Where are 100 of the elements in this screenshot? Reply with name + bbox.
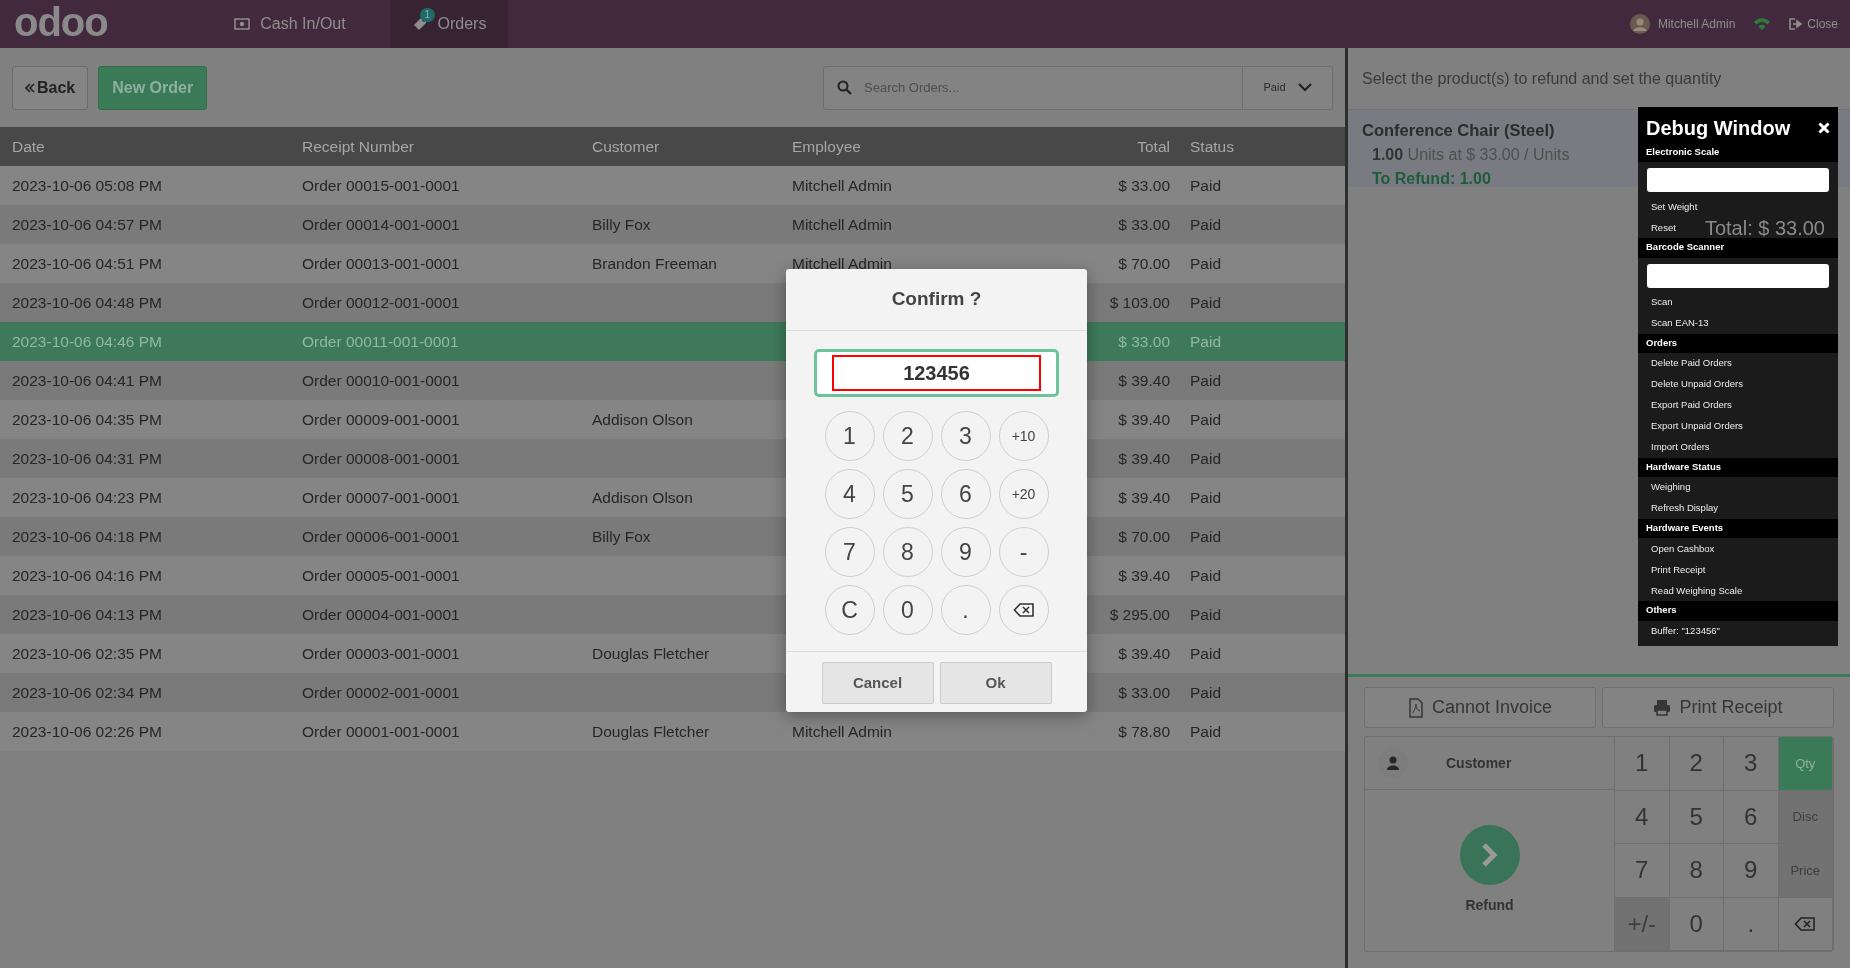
table-cell: $ 39.40: [1118, 566, 1170, 584]
keypad-key[interactable]: 9: [940, 527, 991, 577]
debug-action[interactable]: Export Unpaid Orders: [1651, 419, 1743, 434]
section-header: Hardware Events: [1638, 519, 1838, 539]
to-refund-text: To Refund: 1.00: [1371, 168, 1491, 189]
banknote-icon: [234, 18, 251, 30]
table-cell: 2023-10-06 04:41 PM: [12, 371, 162, 389]
table-cell: Mitchell Admin: [792, 215, 892, 233]
table-cell: Paid: [1190, 176, 1222, 194]
mode-key[interactable]: Qty: [1778, 737, 1833, 791]
numpad-key[interactable]: 6: [1724, 790, 1779, 844]
nav-tab[interactable]: 1 Orders: [390, 0, 508, 48]
table-cell: Order 00004-001-0001: [302, 605, 460, 623]
new-order-button[interactable]: New Order: [98, 65, 208, 110]
keypad-key[interactable]: C: [824, 585, 875, 635]
debug-action[interactable]: Scan EAN-13: [1651, 315, 1709, 331]
close-button[interactable]: Close: [1789, 15, 1838, 33]
column-header: Receipt Number: [302, 136, 415, 157]
keypad-key[interactable]: 7: [824, 527, 875, 577]
table-cell: Paid: [1190, 371, 1222, 389]
numpad-key[interactable]: 8: [1669, 844, 1724, 898]
debug-action[interactable]: Reset: [1651, 220, 1676, 235]
section-header: Others: [1638, 601, 1838, 621]
debug-action[interactable]: Set Weight: [1651, 199, 1698, 214]
debug-action[interactable]: Import Orders: [1651, 440, 1710, 455]
debug-action[interactable]: Delete Paid Orders: [1651, 356, 1732, 371]
table-cell: Addison Olson: [592, 410, 693, 428]
keypad-key[interactable]: .: [940, 585, 991, 635]
numpad-key[interactable]: 2: [1669, 737, 1724, 791]
numpad-key[interactable]: 3: [1724, 737, 1779, 791]
numpad-key[interactable]: 1: [1615, 737, 1670, 791]
table-cell: Douglas Fletcher: [592, 644, 710, 662]
numpad-key[interactable]: .: [1724, 897, 1779, 951]
numpad-key[interactable]: 5: [1669, 790, 1724, 844]
table-cell: Order 00005-001-0001: [302, 566, 460, 584]
debug-title: Debug Window: [1646, 116, 1791, 141]
table-cell: 2023-10-06 04:46 PM: [12, 332, 162, 350]
numpad-key[interactable]: 0: [1669, 897, 1724, 951]
table-cell: Mitchell Admin: [792, 254, 892, 272]
table-cell: 2023-10-06 04:16 PM: [12, 566, 162, 584]
input-field[interactable]: [1647, 263, 1829, 288]
debug-action[interactable]: Print Receipt: [1651, 562, 1706, 577]
keypad-key[interactable]: 5: [882, 469, 933, 519]
section-header: Orders: [1638, 333, 1838, 353]
table-cell: 2023-10-06 04:13 PM: [12, 605, 162, 623]
debug-action[interactable]: Open Cashbox: [1651, 541, 1715, 556]
numpad-key[interactable]: 4: [1615, 790, 1670, 844]
action-button[interactable]: Cannot Invoice: [1364, 687, 1596, 728]
table-cell: $ 103.00: [1109, 293, 1170, 311]
keypad-key[interactable]: 6: [940, 469, 991, 519]
table-cell: Paid: [1190, 566, 1222, 584]
keypad-key[interactable]: 8: [882, 527, 933, 577]
avatar-icon: [1629, 14, 1650, 34]
user-name[interactable]: Mitchell Admin: [1657, 15, 1736, 33]
input-field[interactable]: [1647, 168, 1829, 193]
order-row[interactable]: 2023-10-06 04:57 PM Order 00014-001-0001 Billy Fox Mitchell Admin $ 33.00 Paid: [0, 205, 1345, 244]
customer-button[interactable]: Customer: [1365, 737, 1614, 790]
table-cell: $ 70.00: [1118, 254, 1170, 272]
backspace-icon: [1794, 915, 1817, 932]
numpad-key[interactable]: 9: [1724, 844, 1779, 898]
debug-action[interactable]: Delete Unpaid Orders: [1651, 377, 1743, 392]
debug-action[interactable]: Refresh Display: [1651, 501, 1719, 516]
table-cell: Paid: [1190, 683, 1222, 701]
table-cell: 2023-10-06 02:34 PM: [12, 683, 162, 701]
debug-action[interactable]: Scan: [1651, 294, 1673, 310]
table-cell: Douglas Fletcher: [592, 722, 710, 740]
debug-action[interactable]: Read Weighing Scale: [1651, 583, 1743, 598]
table-cell: 2023-10-06 04:18 PM: [12, 527, 162, 545]
keypad-key[interactable]: 3: [940, 411, 991, 461]
chevron-down-icon: [1297, 83, 1312, 92]
nav-tab[interactable]: Cash In/Out: [190, 0, 390, 48]
value-field[interactable]: 123456: [832, 355, 1041, 391]
count-badge: 1: [419, 8, 436, 22]
keypad-key[interactable]: +20: [998, 469, 1049, 519]
order-row[interactable]: 2023-10-06 02:26 PM Order 00001-001-0001 Douglas Fletcher Mitchell Admin $ 78.80 Paid: [0, 712, 1345, 751]
backspace-key[interactable]: [1778, 897, 1833, 951]
order-row[interactable]: 2023-10-06 04:51 PM Order 00013-001-0001 Brandon Freeman Mitchell Admin $ 70.00 Paid: [0, 244, 1345, 283]
keypad-key[interactable]: 4: [824, 469, 875, 519]
action-button[interactable]: Print Receipt: [1602, 687, 1834, 728]
table-cell: Order 00003-001-0001: [302, 644, 460, 662]
filter-dropdown[interactable]: Paid: [1243, 65, 1333, 110]
keypad-key[interactable]: +10: [998, 411, 1049, 461]
table-cell: Order 00002-001-0001: [302, 683, 460, 701]
table-cell: 2023-10-06 04:31 PM: [12, 449, 162, 467]
keypad-key[interactable]: 0: [882, 585, 933, 635]
keypad-key[interactable]: -: [998, 527, 1049, 577]
column-header: Date: [12, 136, 46, 157]
back-button[interactable]: Back: [12, 65, 89, 110]
dialog-button[interactable]: Ok: [939, 662, 1052, 704]
numpad-key[interactable]: 7: [1615, 844, 1670, 898]
debug-action[interactable]: Export Paid Orders: [1651, 398, 1732, 413]
keypad-key[interactable]: 1: [824, 411, 875, 461]
keypad-key[interactable]: 2: [882, 411, 933, 461]
double-chevron-icon: [25, 82, 35, 93]
dialog-button[interactable]: Cancel: [821, 662, 934, 704]
table-cell: Paid: [1190, 488, 1222, 506]
column-header: Customer: [592, 136, 661, 157]
order-row[interactable]: 2023-10-06 05:08 PM Order 00015-001-0001 Mitchell Admin $ 33.00 Paid: [0, 166, 1345, 205]
debug-action[interactable]: Weighing: [1651, 480, 1691, 495]
section-header: Hardware Status: [1638, 457, 1838, 477]
